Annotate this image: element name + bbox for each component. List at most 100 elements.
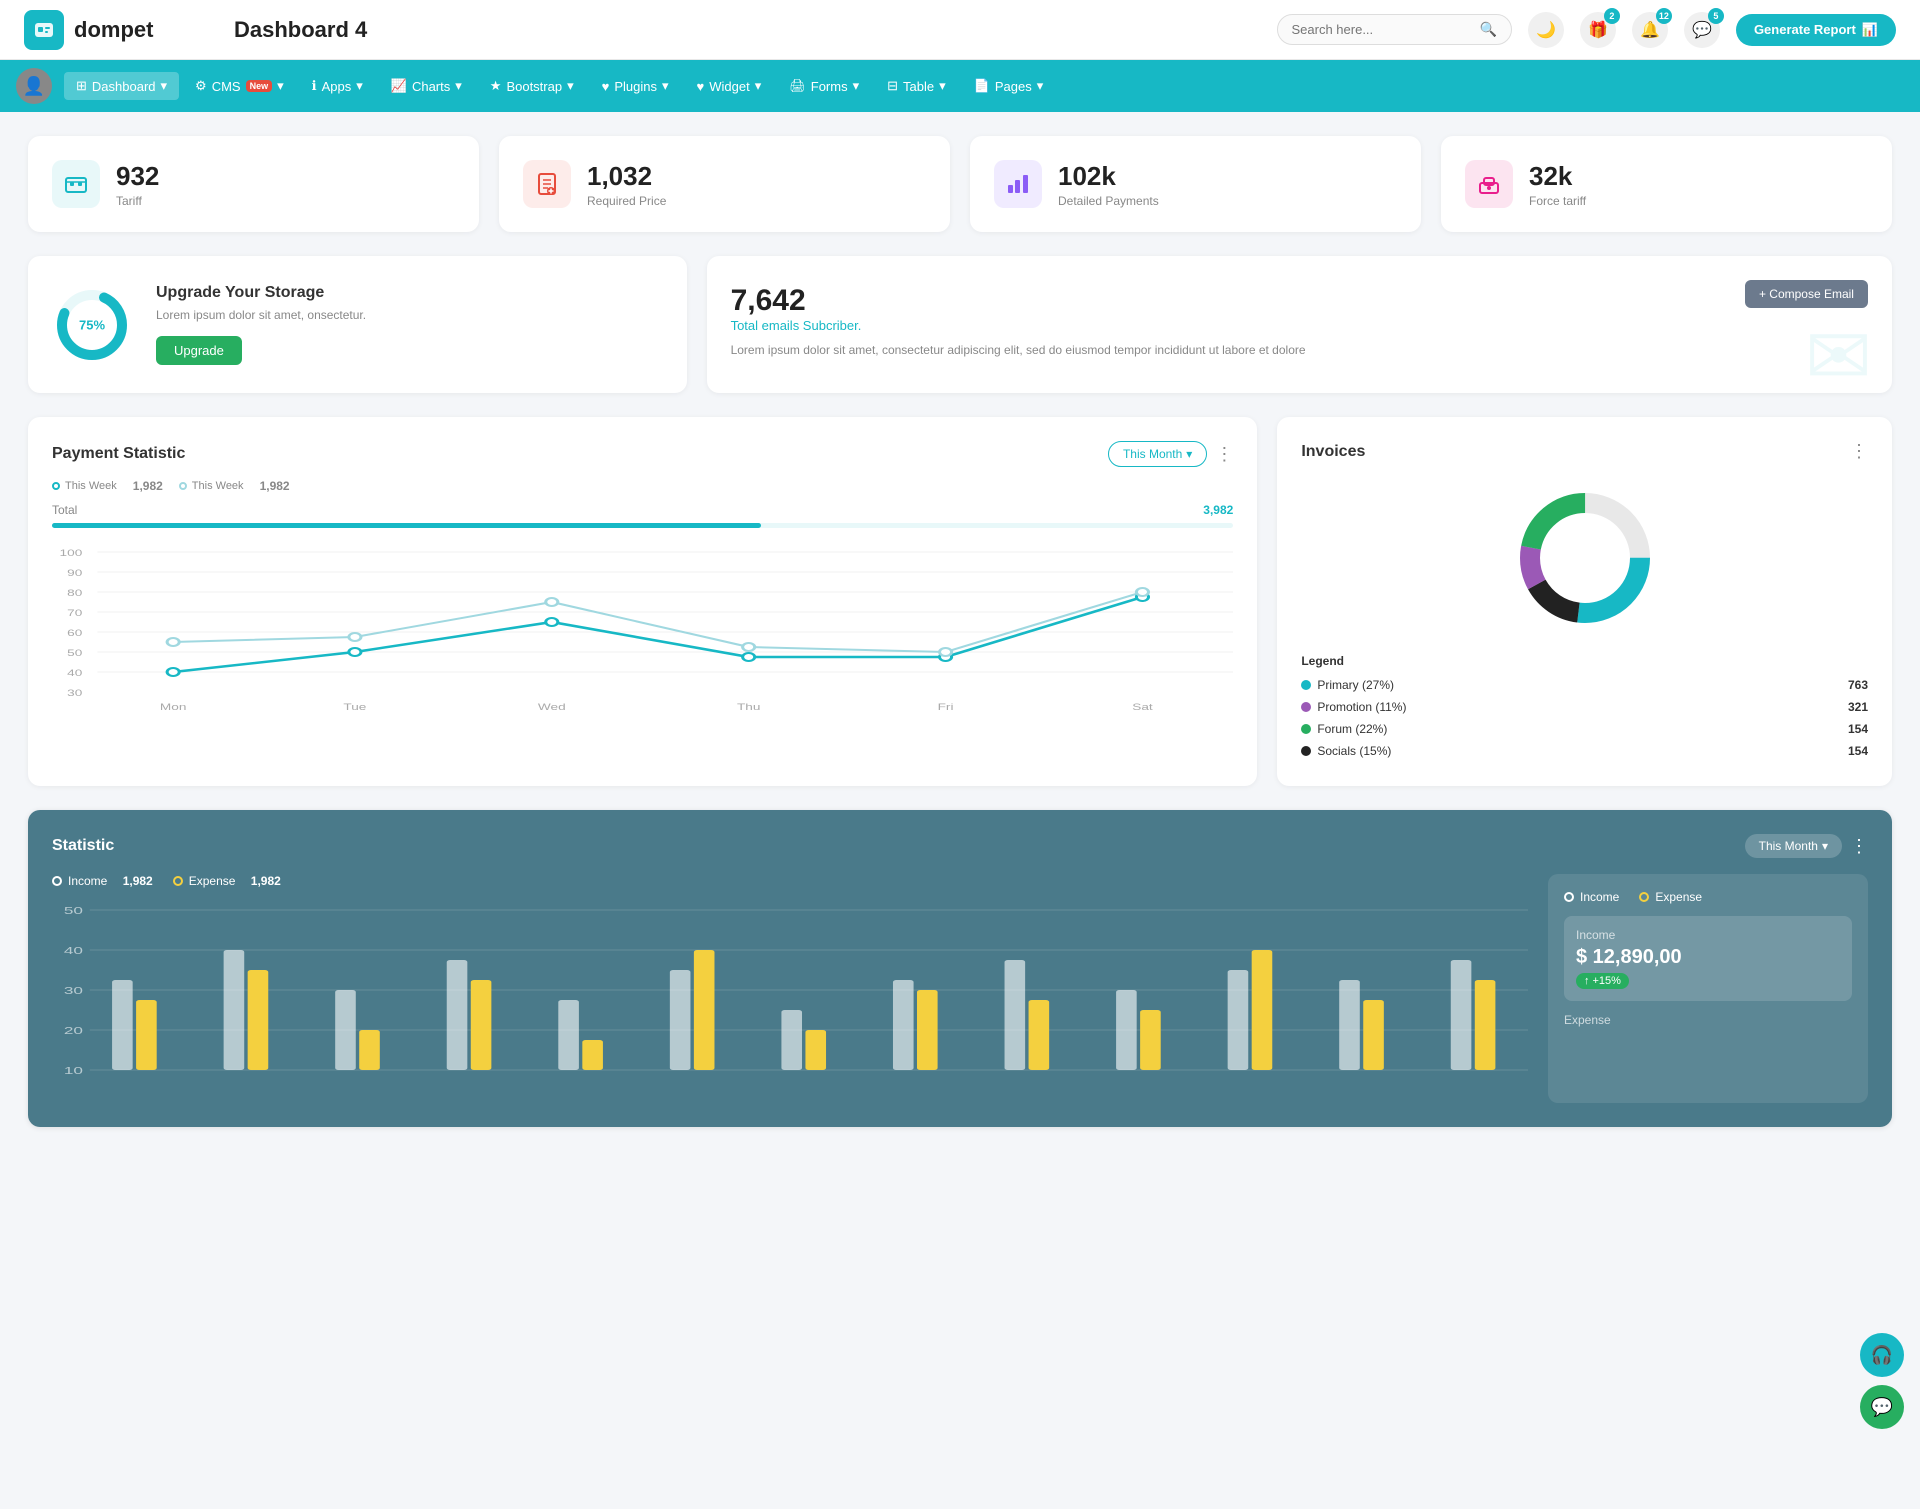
nav-forms-label: Forms <box>811 79 848 94</box>
nav-bootstrap-label: Bootstrap <box>506 79 562 94</box>
storage-card: 75% Upgrade Your Storage Lorem ipsum dol… <box>28 256 687 393</box>
generate-report-label: Generate Report <box>1754 22 1856 37</box>
email-description: Lorem ipsum dolor sit amet, consectetur … <box>731 343 1868 357</box>
income-legend-label: Income <box>68 874 107 888</box>
email-subtitle: Total emails Subcriber. <box>731 318 1868 333</box>
expense-legend-item: Expense 1,982 <box>173 874 281 888</box>
svg-text:Fri: Fri <box>938 703 954 712</box>
nav-charts-arrow: ▾ <box>455 78 462 94</box>
email-count: 7,642 <box>731 284 1868 318</box>
week2-value: 1,982 <box>260 479 290 493</box>
storage-description: Lorem ipsum dolor sit amet, onsectetur. <box>156 308 366 322</box>
statistic-month-label: This Month <box>1759 839 1818 853</box>
svg-text:50: 50 <box>67 649 82 658</box>
this-month-filter[interactable]: This Month ▾ <box>1108 441 1207 467</box>
statistic-more-button[interactable]: ⋮ <box>1850 836 1868 857</box>
line-chart: 100 90 80 70 60 50 40 30 Mon Tue Wed Thu… <box>52 542 1233 722</box>
nav-apps-arrow: ▾ <box>356 78 363 94</box>
force-tariff-icon <box>1465 160 1513 208</box>
week1-label: This Week <box>65 480 117 492</box>
income-badge: ↑ +15% <box>1576 973 1629 989</box>
nav-apps-label: Apps <box>322 79 352 94</box>
expense-dot <box>173 876 183 886</box>
invoices-title: Invoices <box>1301 443 1842 461</box>
legend-primary: Primary (27%) 763 <box>1301 674 1868 696</box>
svg-text:50: 50 <box>64 905 83 916</box>
chat-float-button[interactable]: 💬 <box>1860 1385 1904 1429</box>
svg-text:70: 70 <box>67 609 82 618</box>
legend-forum: Forum (22%) 154 <box>1301 718 1868 740</box>
svg-text:Mon: Mon <box>160 703 186 712</box>
table-icon: ⊟ <box>887 78 898 94</box>
nav-item-forms[interactable]: 🖨 Forms ▾ <box>777 72 871 100</box>
income-panel: Income Expense Income $ 12,890,00 ↑ +15% <box>1548 874 1868 1103</box>
upgrade-button[interactable]: Upgrade <box>156 336 242 365</box>
socials-label: Socials (15%) <box>1317 744 1391 758</box>
chat-button[interactable]: 💬 5 <box>1684 12 1720 48</box>
total-value: 3,982 <box>1203 503 1233 517</box>
forum-dot <box>1301 724 1311 734</box>
header-right: 🔍 🌙 🎁 2 🔔 12 💬 5 Generate Report 📊 <box>1277 12 1897 48</box>
plugins-icon: ♥ <box>602 79 610 94</box>
gift-button[interactable]: 🎁 2 <box>1580 12 1616 48</box>
invoices-more-button[interactable]: ⋮ <box>1850 441 1868 462</box>
panel-expense-dot <box>1639 892 1649 902</box>
panel-income-dot <box>1564 892 1574 902</box>
gift-badge: 2 <box>1604 8 1620 24</box>
nav-item-cms[interactable]: ⚙ CMS New ▾ <box>183 72 296 100</box>
compose-email-button[interactable]: + Compose Email <box>1745 280 1868 308</box>
forum-value: 154 <box>1848 722 1868 736</box>
svg-text:30: 30 <box>67 689 82 698</box>
nav-item-plugins[interactable]: ♥ Plugins ▾ <box>590 72 681 100</box>
statistic-month-filter[interactable]: This Month ▾ <box>1745 834 1842 858</box>
nav-dashboard-label: Dashboard <box>92 79 156 94</box>
income-info-box: Income $ 12,890,00 ↑ +15% <box>1564 916 1852 1001</box>
income-panel-income: Income <box>1564 890 1619 904</box>
nav-item-dashboard[interactable]: ⊞ Dashboard ▾ <box>64 72 179 100</box>
nav-item-bootstrap[interactable]: ★ Bootstrap ▾ <box>478 72 586 100</box>
primary-label: Primary (27%) <box>1317 678 1394 692</box>
search-box[interactable]: 🔍 <box>1277 14 1512 45</box>
stat-card-tariff: 932 Tariff <box>28 136 479 232</box>
legend-item-week2: This Week <box>179 479 244 493</box>
search-icon: 🔍 <box>1480 21 1497 38</box>
generate-report-button[interactable]: Generate Report 📊 <box>1736 14 1896 46</box>
income-info-label: Income <box>1576 928 1840 942</box>
forms-icon: 🖨 <box>789 78 806 94</box>
bell-button[interactable]: 🔔 12 <box>1632 12 1668 48</box>
support-float-button[interactable]: 🎧 <box>1860 1333 1904 1377</box>
income-legend-item: Income 1,982 <box>52 874 153 888</box>
primary-dot <box>1301 680 1311 690</box>
nav-item-apps[interactable]: ℹ Apps ▾ <box>300 72 375 100</box>
primary-value: 763 <box>1848 678 1868 692</box>
nav-cms-label: CMS <box>212 79 241 94</box>
nav-item-pages[interactable]: 📄 Pages ▾ <box>962 72 1056 100</box>
nav-item-table[interactable]: ⊟ Table ▾ <box>875 72 958 100</box>
income-panel-legend: Income Expense <box>1564 890 1852 904</box>
moon-button[interactable]: 🌙 <box>1528 12 1564 48</box>
payment-progress-bar <box>52 523 1233 528</box>
legend-item-week1-val: 1,982 <box>133 479 163 493</box>
nav-charts-label: Charts <box>412 79 450 94</box>
bootstrap-icon: ★ <box>490 78 502 94</box>
page-title: Dashboard 4 <box>234 17 1277 43</box>
required-price-label: Required Price <box>587 194 666 208</box>
nav-item-charts[interactable]: 📈 Charts ▾ <box>379 72 474 100</box>
search-input[interactable] <box>1292 22 1472 37</box>
detailed-payments-value: 102k <box>1058 161 1159 192</box>
nav-plugins-label: Plugins <box>614 79 657 94</box>
legend-socials: Socials (15%) 154 <box>1301 740 1868 762</box>
svg-text:100: 100 <box>60 549 83 558</box>
payment-more-button[interactable]: ⋮ <box>1215 444 1233 465</box>
nav-bootstrap-arrow: ▾ <box>567 78 574 94</box>
nav-item-widget[interactable]: ♥ Widget ▾ <box>685 72 774 100</box>
expense-legend-value: 1,982 <box>251 874 281 888</box>
socials-value: 154 <box>1848 744 1868 758</box>
payment-title: Payment Statistic <box>52 445 1108 463</box>
payment-header: Payment Statistic This Month ▾ ⋮ <box>52 441 1233 467</box>
svg-text:80: 80 <box>67 589 82 598</box>
required-price-value: 1,032 <box>587 161 666 192</box>
week1-dot <box>52 482 60 490</box>
forum-label: Forum (22%) <box>1317 722 1387 736</box>
tariff-label: Tariff <box>116 194 159 208</box>
